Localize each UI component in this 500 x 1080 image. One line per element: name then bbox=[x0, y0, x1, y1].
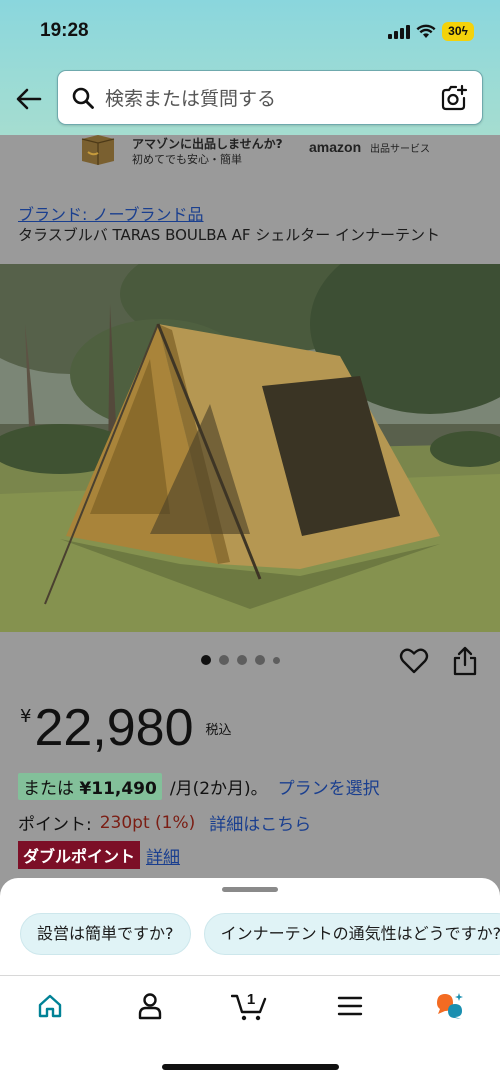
installment-term: /月(2か月)。 bbox=[169, 779, 268, 799]
app-header: 19:28 30ϟ 検索または質問する bbox=[0, 0, 500, 135]
product-image[interactable] bbox=[0, 264, 500, 632]
ad-subline: 初めてでも安心・簡単 bbox=[132, 153, 242, 166]
profile-icon bbox=[138, 992, 162, 1019]
nav-profile[interactable] bbox=[100, 976, 200, 1036]
camera-search-icon[interactable] bbox=[440, 84, 468, 112]
battery-level: 30 bbox=[448, 24, 462, 38]
installment-badge: または ¥11,490 bbox=[18, 773, 162, 800]
nav-rufus[interactable] bbox=[400, 976, 500, 1036]
bottom-sheet: 設営は簡単ですか? インナーテントの通気性はどうですか? 1 bbox=[0, 878, 500, 1080]
select-plan-link[interactable]: プランを選択 bbox=[278, 774, 380, 799]
price-value: 22,980 bbox=[34, 699, 194, 757]
nav-menu[interactable] bbox=[300, 976, 400, 1036]
double-point-row: ダブルポイント 詳細 bbox=[18, 841, 180, 869]
sheet-drag-handle[interactable] bbox=[222, 887, 278, 892]
suggestion-chip[interactable]: インナーテントの通気性はどうですか? bbox=[203, 913, 500, 955]
back-arrow-icon bbox=[16, 88, 42, 110]
status-time: 19:28 bbox=[40, 20, 89, 41]
nav-home[interactable] bbox=[0, 976, 100, 1036]
carousel-dot[interactable] bbox=[219, 655, 229, 665]
installment-row: または ¥11,490 /月(2か月)。 プランを選択 bbox=[18, 773, 380, 800]
heart-icon[interactable] bbox=[399, 646, 429, 676]
points-details-link[interactable]: 詳細はこちら bbox=[209, 810, 311, 835]
carousel-dot[interactable] bbox=[201, 655, 211, 665]
suggestion-chips: 設営は簡単ですか? インナーテントの通気性はどうですか? bbox=[20, 913, 500, 957]
battery-indicator: 30ϟ bbox=[442, 22, 474, 41]
installment-prefix: または bbox=[23, 779, 80, 799]
currency-symbol: ¥ bbox=[20, 706, 32, 727]
share-icon[interactable] bbox=[452, 646, 478, 676]
bottom-nav: 1 bbox=[0, 975, 500, 1035]
package-box-icon bbox=[81, 135, 115, 165]
cellular-signal-icon bbox=[388, 24, 410, 39]
menu-icon bbox=[337, 996, 363, 1015]
cart-icon: 1 bbox=[231, 991, 267, 1020]
wifi-icon bbox=[416, 24, 436, 38]
product-page: アマゾンに出品しませんか? 初めてでも安心・簡単 amazon 出品サービス ブ… bbox=[0, 135, 500, 880]
search-placeholder: 検索または質問する bbox=[105, 88, 277, 110]
points-label: ポイント: bbox=[18, 815, 92, 835]
status-icons: 30ϟ bbox=[388, 22, 474, 41]
ad-brand-service: 出品サービス bbox=[370, 144, 430, 155]
points-value: 230pt (1%) bbox=[99, 812, 196, 833]
brand-link[interactable]: ブランド: ノーブランド品 bbox=[18, 201, 204, 225]
carousel-dot[interactable] bbox=[237, 655, 247, 665]
search-input[interactable]: 検索または質問する bbox=[57, 70, 483, 125]
carousel-dot[interactable] bbox=[255, 655, 265, 665]
suggestion-chip[interactable]: 設営は簡単ですか? bbox=[20, 913, 191, 955]
cart-count: 1 bbox=[247, 991, 255, 1008]
search-icon bbox=[71, 86, 95, 110]
price-block: ¥ 22,980 税込 bbox=[20, 700, 232, 756]
seller-ad-banner[interactable]: アマゾンに出品しませんか? 初めてでも安心・簡単 amazon 出品サービス bbox=[0, 135, 500, 175]
installment-amount: ¥11,490 bbox=[79, 779, 157, 799]
double-point-details-link[interactable]: 詳細 bbox=[146, 843, 180, 868]
home-icon bbox=[38, 994, 62, 1017]
double-point-badge: ダブルポイント bbox=[18, 841, 141, 869]
carousel-dot[interactable] bbox=[273, 656, 280, 664]
rufus-ai-icon bbox=[437, 992, 463, 1019]
points-row: ポイント: 230pt (1%) 詳細はこちら bbox=[18, 810, 311, 836]
image-carousel-dots[interactable] bbox=[201, 655, 280, 665]
nav-cart[interactable]: 1 bbox=[200, 976, 300, 1036]
product-title: タラスブルバ TARAS BOULBA AF シェルター インナーテント bbox=[18, 226, 441, 244]
amazon-logo: amazon bbox=[309, 139, 362, 155]
home-indicator bbox=[162, 1064, 339, 1070]
back-button[interactable] bbox=[14, 84, 44, 114]
charging-bolt-icon: ϟ bbox=[461, 24, 468, 38]
ad-headline: アマゾンに出品しませんか? bbox=[132, 137, 283, 151]
status-bar: 19:28 30ϟ bbox=[0, 0, 500, 62]
tax-label: 税込 bbox=[205, 723, 232, 738]
